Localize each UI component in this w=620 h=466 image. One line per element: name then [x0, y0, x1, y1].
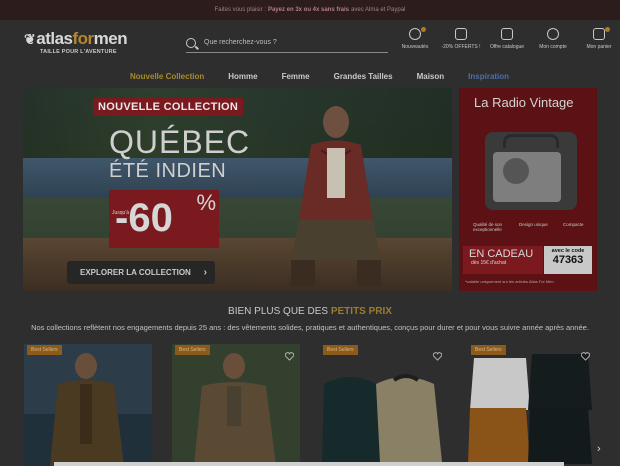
product-image: [468, 344, 596, 466]
product-card[interactable]: Best Sellers: [172, 344, 300, 466]
bell-icon: [409, 28, 421, 40]
hero-subtitle: ÉTÉ INDIEN: [109, 160, 227, 182]
news-button[interactable]: Nouveautés: [392, 27, 438, 50]
nav-item-maison[interactable]: Maison: [417, 72, 445, 81]
account-button[interactable]: Mon compte: [530, 28, 576, 50]
header-actions: Nouveautés -20% OFFERTS ! Offre catalogu…: [392, 27, 620, 50]
catalog-label: Offre catalogue: [489, 44, 525, 50]
carousel-next-button[interactable]: ›: [597, 443, 611, 457]
promo-bar: Faites vous plaisir : Payez en 3x ou 4x …: [0, 0, 620, 20]
logo-part-atlas: atlas: [36, 29, 73, 48]
catalog-icon: [501, 28, 513, 40]
feature-sound: Qualité de son exceptionnelle: [473, 222, 503, 232]
explore-collection-button[interactable]: EXPLORER LA COLLECTION ›: [67, 261, 215, 284]
best-seller-badge: Best Sellers: [323, 345, 358, 355]
nav-item-inspiration[interactable]: Inspiration: [468, 72, 509, 81]
nav-item-homme[interactable]: Homme: [228, 72, 257, 81]
cookie-banner-edge: [54, 462, 564, 466]
discount-value: -60: [115, 196, 173, 240]
notification-dot: [421, 27, 426, 32]
product-card[interactable]: Best Sellers: [468, 344, 596, 466]
hero-title: QUÉBEC: [109, 124, 251, 160]
product-card[interactable]: Best Sellers: [24, 344, 152, 466]
promo-suffix: avec Alma et Paypal: [351, 7, 406, 13]
logo-mark-icon: ❦: [24, 30, 36, 47]
nav-item-grandes-tailles[interactable]: Grandes Tailles: [334, 72, 393, 81]
logo-part-men: men: [93, 29, 128, 48]
fine-print: *valable uniquement sur les articles Atl…: [465, 279, 554, 284]
nav-item-new-collection[interactable]: Nouvelle Collection: [130, 72, 204, 81]
offer-label: -20% OFFERTS !: [441, 44, 481, 50]
logo-tagline: TAILLE POUR L'AVENTURE: [40, 49, 117, 55]
radio-promo-banner[interactable]: La Radio Vintage Qualité de son exceptio…: [459, 88, 597, 291]
best-seller-badge: Best Sellers: [27, 345, 62, 355]
product-image: [172, 344, 300, 466]
promo-highlight: Payez en 3x ou 4x sans frais: [267, 7, 350, 13]
chevron-right-icon: ›: [203, 267, 207, 278]
heart-icon[interactable]: [432, 348, 443, 361]
cart-label: Mon panier: [586, 44, 612, 50]
new-collection-badge: NOUVELLE COLLECTION: [93, 98, 244, 116]
promo-code-box: avec le code 47363: [544, 246, 592, 274]
best-seller-badge: Best Sellers: [175, 345, 210, 355]
product-image: [320, 344, 448, 466]
section-title-highlight: PETITS PRIX: [330, 306, 392, 317]
chevron-right-icon: ›: [597, 443, 601, 455]
discount-badge: Jusqu'à -60 %: [109, 190, 219, 248]
user-icon: [547, 28, 559, 40]
logo[interactable]: ❦ atlas for men TAILLE POUR L'AVENTURE: [24, 29, 154, 55]
section-title: BIEN PLUS QUE DES PETITS PRIX: [0, 306, 620, 317]
hero-banner[interactable]: NOUVELLE COLLECTION QUÉBEC ÉTÉ INDIEN Ju…: [23, 88, 452, 291]
gift-condition: dès 15€ d'achat: [471, 260, 507, 266]
account-label: Mon compte: [539, 44, 567, 50]
best-seller-badge: Best Sellers: [471, 345, 506, 355]
radio-image: [485, 132, 577, 210]
feature-compact: Compacte: [563, 222, 584, 227]
heart-icon[interactable]: [284, 348, 295, 361]
cart-button[interactable]: Mon panier: [576, 27, 620, 50]
cart-icon: [593, 28, 605, 40]
site-header: ❦ atlas for men TAILLE POUR L'AVENTURE Que…: [0, 20, 620, 64]
promo-code: 47363: [552, 254, 584, 266]
news-label: Nouveautés: [401, 44, 429, 50]
catalog-button[interactable]: Offre catalogue: [484, 28, 530, 50]
product-card[interactable]: Best Sellers: [320, 344, 448, 466]
product-image: [24, 344, 152, 466]
search-icon[interactable]: [186, 37, 196, 48]
feature-design: Design unique: [519, 222, 548, 227]
explore-label: EXPLORER LA COLLECTION: [80, 268, 191, 277]
main-nav: Nouvelle Collection Homme Femme Grandes …: [0, 64, 620, 88]
product-carousel: Best Sellers Best Sellers Best Sellers B…: [24, 344, 614, 466]
promo-prefix: Faites vous plaisir :: [214, 7, 266, 13]
section-title-prefix: BIEN PLUS QUE DES: [228, 306, 331, 317]
discount-percent: %: [196, 190, 216, 215]
search-input[interactable]: Que recherchez-vous ?: [204, 39, 277, 46]
radio-ad-title: La Radio Vintage: [474, 95, 574, 110]
heart-icon[interactable]: [580, 348, 591, 361]
hero-model-image: [291, 106, 381, 286]
gift-title: EN CADEAU: [469, 248, 534, 260]
gift-box: EN CADEAU dès 15€ d'achat: [463, 246, 543, 274]
logo-part-for: for: [72, 29, 94, 48]
mail-icon: [455, 28, 467, 40]
search-bar[interactable]: Que recherchez-vous ?: [186, 33, 388, 53]
nav-item-femme[interactable]: Femme: [282, 72, 310, 81]
section-description: Nos collections reflètent nos engagement…: [31, 323, 589, 332]
offer-button[interactable]: -20% OFFERTS !: [438, 28, 484, 50]
cart-count-dot: [605, 27, 610, 32]
